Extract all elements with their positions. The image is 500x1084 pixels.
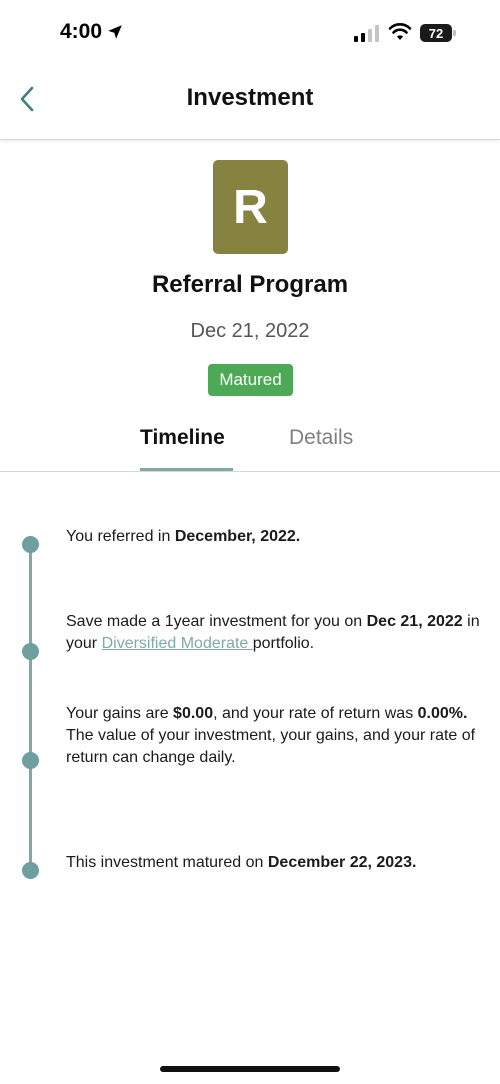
program-name: Referral Program	[151, 271, 349, 298]
timeline-dot	[22, 536, 39, 553]
timeline-dot	[22, 862, 39, 879]
program-logo: R	[213, 160, 288, 254]
timeline-entry-gains: Your gains are $0.00, and your rate of r…	[66, 705, 476, 766]
timeline-dot	[22, 643, 39, 660]
location-arrow-icon	[108, 25, 122, 39]
timeline-entry-referred: You referred in December, 2022.	[66, 528, 301, 545]
tab-timeline[interactable]: Timeline	[140, 426, 225, 450]
timeline-entry-matured: This investment matured on December 22, …	[66, 854, 417, 871]
navigation-bar: Investment	[0, 68, 500, 140]
cellular-signal-icon	[354, 25, 379, 42]
active-tab-indicator	[140, 468, 233, 471]
page-title: Investment	[186, 84, 314, 111]
program-date: Dec 21, 2022	[190, 320, 310, 342]
investment-screen: 4:00 72 Investment R Referral Program De…	[0, 0, 500, 1084]
battery-icon: 72	[420, 24, 456, 42]
wifi-icon	[388, 23, 412, 40]
battery-level: 72	[420, 24, 452, 42]
tab-bar: Timeline Details	[0, 420, 500, 472]
portfolio-link[interactable]: Diversified Moderate	[102, 635, 253, 652]
time-text: 4:00	[60, 20, 103, 43]
timeline-line	[29, 544, 32, 870]
status-badge: Matured	[208, 364, 293, 396]
timeline-entry-investment: Save made a 1year investment for you on …	[66, 613, 480, 652]
status-bar: 4:00 72	[0, 0, 500, 68]
home-indicator[interactable]	[160, 1066, 340, 1072]
tab-details[interactable]: Details	[289, 426, 353, 450]
timeline-dot	[22, 752, 39, 769]
status-time: 4:00	[60, 20, 124, 44]
